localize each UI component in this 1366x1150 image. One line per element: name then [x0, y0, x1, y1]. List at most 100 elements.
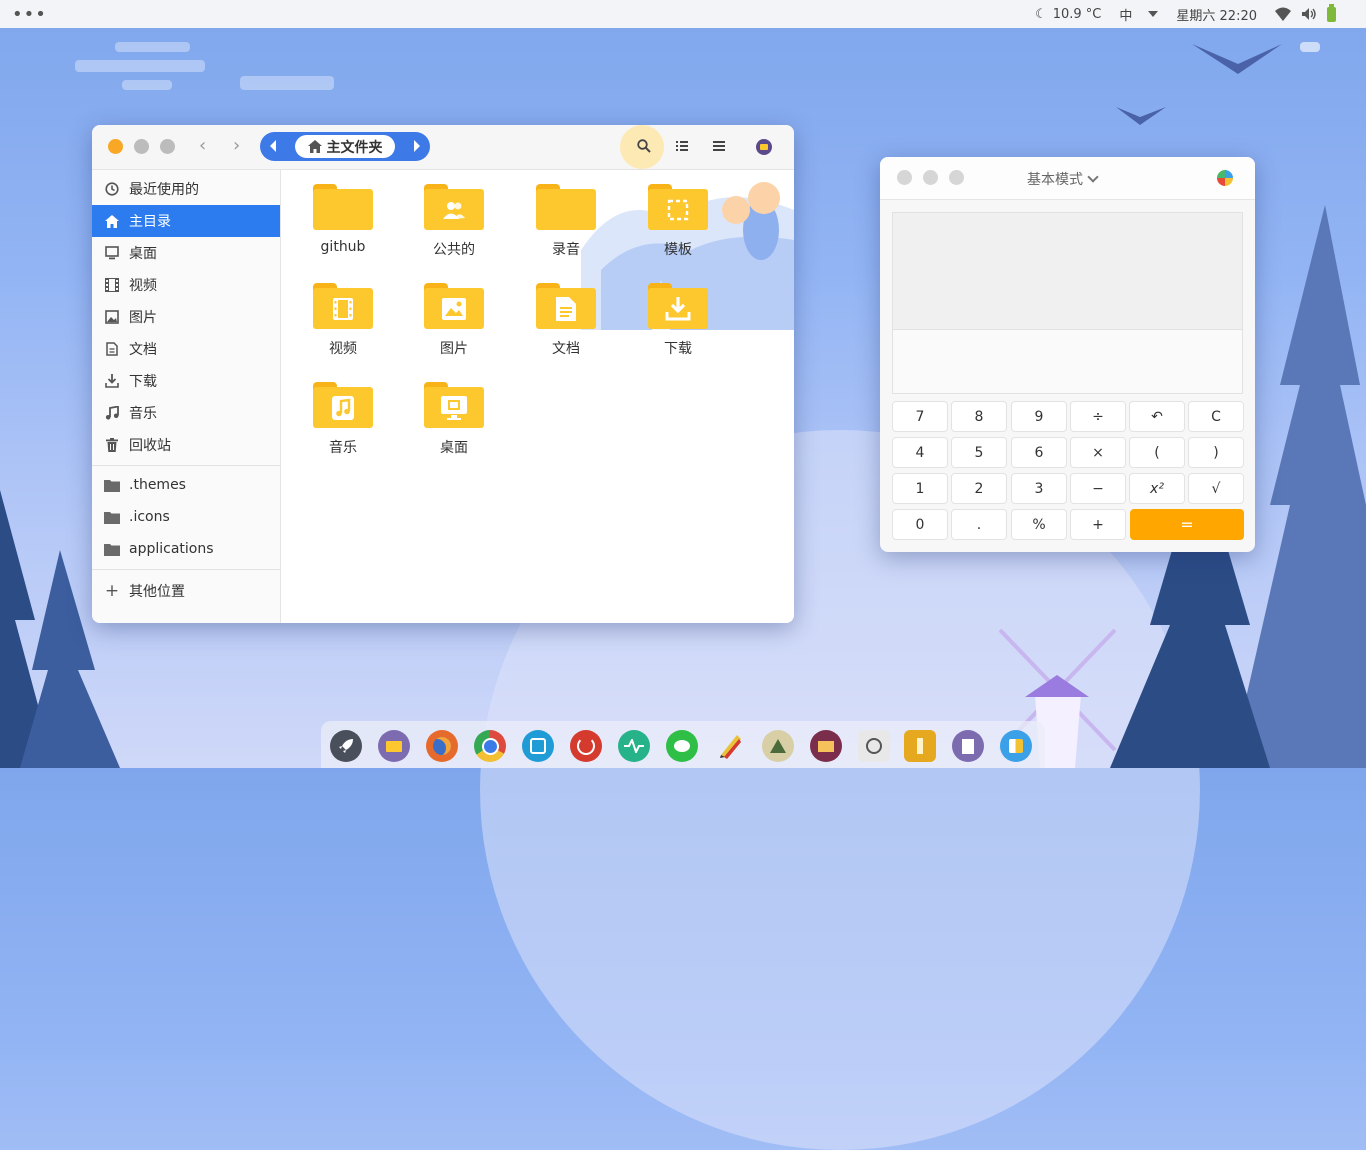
sidebar-bookmark-applications[interactable]: applications	[92, 534, 280, 564]
folder-public[interactable]: 公共的	[409, 184, 499, 274]
key-6[interactable]: 6	[1011, 437, 1067, 468]
sidebar-item-documents[interactable]: 文档	[92, 334, 280, 364]
key-add[interactable]: +	[1070, 509, 1126, 540]
folder-videos[interactable]: 视频	[298, 283, 388, 373]
key-9[interactable]: 9	[1011, 401, 1067, 432]
folder-label: 录音	[552, 242, 580, 258]
minimize-button[interactable]	[134, 139, 149, 154]
sidebar-item-label: 图片	[129, 310, 157, 326]
sidebar-bookmark-icons[interactable]: .icons	[92, 502, 280, 532]
sidebar-separator	[92, 465, 280, 466]
folder-template-icon	[648, 184, 708, 230]
recorder-icon[interactable]	[858, 730, 890, 762]
sidebar-item-videos[interactable]: 视频	[92, 270, 280, 300]
folder-downloads[interactable]: 下载	[633, 283, 723, 373]
calculation-input[interactable]	[892, 330, 1243, 394]
key-clear[interactable]: C	[1188, 401, 1244, 432]
input-method-indicator[interactable]: 中	[1119, 5, 1159, 24]
sidebar-item-pictures[interactable]: 图片	[92, 302, 280, 332]
sidebar-item-music[interactable]: 音乐	[92, 398, 280, 428]
folder-pictures[interactable]: 图片	[409, 283, 499, 373]
key-5[interactable]: 5	[951, 437, 1007, 468]
menu-icon[interactable]	[713, 140, 725, 152]
key-8[interactable]: 8	[951, 401, 1007, 432]
folder-icon	[104, 541, 120, 557]
folder-recordings[interactable]: 录音	[521, 184, 611, 274]
sidebar-bookmark-themes[interactable]: .themes	[92, 470, 280, 500]
clock-datetime[interactable]: 星期六 22:20	[1176, 5, 1257, 24]
folder-label: 模板	[664, 242, 692, 258]
maximize-button[interactable]	[160, 139, 175, 154]
app-menu-icon[interactable]	[756, 139, 772, 155]
minimize-button[interactable]	[923, 170, 938, 185]
document-icon	[104, 341, 120, 357]
chrome-icon[interactable]	[474, 730, 506, 762]
pencil-icon[interactable]	[714, 730, 746, 762]
key-decimal[interactable]: .	[951, 509, 1007, 540]
calculator-app-menu-icon[interactable]	[1217, 170, 1233, 186]
forward-button[interactable]: ›	[233, 135, 240, 156]
sidebar-item-home[interactable]: 主目录	[92, 205, 280, 237]
sidebar-item-label: .icons	[129, 509, 170, 525]
files-icon[interactable]	[378, 730, 410, 762]
places-sidebar: 最近使用的 主目录 桌面 视频 图片 文档 下载 音乐 回收站 .themes …	[92, 170, 281, 623]
netease-music-icon[interactable]	[570, 730, 602, 762]
mode-selector[interactable]: 基本模式	[1027, 169, 1099, 189]
folder-music[interactable]: 音乐	[298, 382, 388, 472]
close-button[interactable]	[897, 170, 912, 185]
folder-documents[interactable]: 文档	[521, 283, 611, 373]
film-icon	[104, 277, 120, 293]
key-3[interactable]: 3	[1011, 473, 1067, 504]
key-undo[interactable]: ↶	[1129, 401, 1185, 432]
sidebar-item-trash[interactable]: 回收站	[92, 430, 280, 460]
launcher-icon[interactable]	[330, 730, 362, 762]
breadcrumb-home[interactable]: 主文件夹	[295, 135, 395, 158]
calculator-icon[interactable]	[1000, 730, 1032, 762]
back-button[interactable]: ‹	[199, 135, 206, 156]
key-1[interactable]: 1	[892, 473, 948, 504]
folder-desktop-icon	[424, 382, 484, 428]
screenshot-icon[interactable]	[522, 730, 554, 762]
key-0[interactable]: 0	[892, 509, 948, 540]
mail-icon[interactable]	[810, 730, 842, 762]
inkscape-icon[interactable]	[762, 730, 794, 762]
folder-github[interactable]: github	[298, 184, 388, 274]
key-multiply[interactable]: ×	[1070, 437, 1126, 468]
search-icon[interactable]	[637, 139, 651, 153]
close-button[interactable]	[108, 139, 123, 154]
wechat-icon[interactable]	[666, 730, 698, 762]
key-percent[interactable]: %	[1011, 509, 1067, 540]
key-subtract[interactable]: −	[1070, 473, 1126, 504]
activities-menu-button[interactable]: •••	[12, 4, 47, 25]
sidebar-item-label: 桌面	[129, 246, 157, 262]
maximize-button[interactable]	[949, 170, 964, 185]
system-monitor-icon[interactable]	[618, 730, 650, 762]
key-open-paren[interactable]: (	[1129, 437, 1185, 468]
path-bar: 主文件夹	[260, 132, 430, 161]
battery-icon	[1327, 3, 1336, 22]
key-square[interactable]: x²	[1129, 473, 1185, 504]
key-2[interactable]: 2	[951, 473, 1007, 504]
firefox-icon[interactable]	[426, 730, 458, 762]
key-divide[interactable]: ÷	[1070, 401, 1126, 432]
sidebar-item-desktop[interactable]: 桌面	[92, 238, 280, 268]
path-scroll-right-button[interactable]	[414, 140, 420, 152]
sidebar-item-downloads[interactable]: 下载	[92, 366, 280, 396]
folder-desktop[interactable]: 桌面	[409, 382, 499, 472]
key-4[interactable]: 4	[892, 437, 948, 468]
sidebar-item-other-locations[interactable]: + 其他位置	[92, 576, 280, 606]
sidebar-item-recent[interactable]: 最近使用的	[92, 174, 280, 204]
system-tray[interactable]	[1275, 3, 1336, 22]
folder-templates[interactable]: 模板	[633, 184, 723, 274]
weather-indicator[interactable]: ☾ 10.9 °C	[1035, 7, 1101, 22]
path-scroll-left-button[interactable]	[270, 140, 276, 152]
key-7[interactable]: 7	[892, 401, 948, 432]
folder-video-icon	[313, 283, 373, 329]
text-editor-icon[interactable]	[952, 730, 984, 762]
music-icon	[104, 405, 120, 421]
key-close-paren[interactable]: )	[1188, 437, 1244, 468]
key-sqrt[interactable]: √	[1188, 473, 1244, 504]
list-view-icon[interactable]	[676, 140, 688, 152]
archive-icon[interactable]	[904, 730, 936, 762]
key-equals[interactable]: =	[1130, 509, 1244, 540]
